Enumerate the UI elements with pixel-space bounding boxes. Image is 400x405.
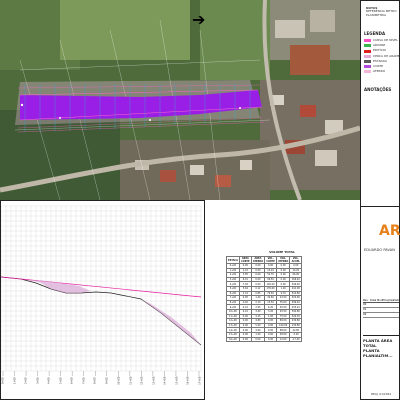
drawing-title-line-1: PLANTA ÁREA TOTAL bbox=[363, 338, 393, 348]
legend-swatch bbox=[364, 54, 371, 58]
north-arrow-icon: ➔ bbox=[192, 10, 206, 29]
station-label: 17+00 bbox=[198, 376, 202, 385]
revision-col-date: Data bbox=[370, 299, 377, 302]
station-label: 13+00 bbox=[152, 376, 156, 385]
aerial-map-image bbox=[0, 0, 360, 200]
volume-table-cell: 0.00 bbox=[238, 336, 252, 343]
station-label: 6+00 bbox=[70, 377, 74, 384]
station-labels: 0+00 1+00 2+00 3+00 4+00 5+00 6+00 7+00 8+00 9+00… bbox=[1, 376, 202, 391]
station-label: 9+00 bbox=[105, 377, 109, 384]
volume-table-cell: 0.00 bbox=[250, 336, 266, 343]
station-label: 8+00 bbox=[93, 377, 97, 384]
volume-table-row: 16+00 0.00 0.00 0.00 12.00 -17.20 bbox=[226, 336, 303, 343]
profile-graph bbox=[0, 205, 202, 376]
station-label: 2+00 bbox=[24, 377, 28, 384]
station-label: 15+00 bbox=[175, 376, 179, 385]
volume-table-header: VOL. ATERRO bbox=[276, 256, 291, 264]
sheet-divider bbox=[361, 206, 400, 207]
notes-block: ANOTAÇÕES bbox=[364, 87, 391, 94]
volume-table-header: ÁREA ATERRO bbox=[250, 256, 266, 264]
note-line: PLANIMETRIA bbox=[366, 12, 387, 17]
header-notes: NOTAS REFERÊNCIA METRO PLANIMETRIA bbox=[366, 6, 397, 17]
legend-item: ATERRO bbox=[364, 69, 400, 74]
aerial-map[interactable]: ➔ bbox=[0, 0, 360, 200]
drawing-title-line-2: PLANTA PLANIALTIM... bbox=[363, 348, 393, 358]
revision-number: 00 bbox=[363, 303, 367, 306]
drawing-title: PLANTA ÁREA TOTAL PLANTA PLANIALTIM... bbox=[363, 335, 399, 358]
station-label: 5+00 bbox=[59, 377, 63, 384]
legend-swatch bbox=[364, 39, 371, 43]
volume-table: ESTACA ÁREA CORTE ÁREA ATERRO VOL. CORTE VOL… bbox=[226, 256, 303, 343]
station-label: 1+00 bbox=[13, 377, 17, 384]
legend-item: CERCA DE ARAME bbox=[364, 53, 400, 58]
station-label: 11+00 bbox=[129, 376, 133, 385]
station-label: 12+00 bbox=[140, 376, 144, 385]
volume-table-header: VOL. ACUM. bbox=[289, 256, 303, 264]
legend-item: CURVA DE NÍVEL bbox=[364, 38, 400, 43]
legend-label: ESTRADA bbox=[373, 58, 387, 63]
revision-row: 02 bbox=[363, 313, 399, 318]
drawing-number: PROJ. 01/2024 bbox=[371, 392, 392, 396]
company-logo: AR bbox=[379, 223, 400, 239]
revision-number: 01 bbox=[363, 308, 367, 311]
legend-swatch bbox=[364, 49, 371, 53]
title-block: NOTAS REFERÊNCIA METRO PLANIMETRIA LEGEN… bbox=[360, 0, 400, 400]
legend-item: CORTE bbox=[364, 64, 400, 69]
volume-table-header: VOL. CORTE bbox=[264, 256, 278, 264]
longitudinal-profile: 0+00 1+00 2+00 3+00 4+00 5+00 6+00 7+00 8+00 9+00… bbox=[0, 200, 205, 400]
legend-label: CURVA DE NÍVEL bbox=[373, 38, 398, 42]
legend-label: CERCA DE ARAME bbox=[373, 53, 400, 58]
legend-swatch bbox=[364, 70, 371, 74]
client-name: EDUARDO PAVAN bbox=[364, 248, 395, 252]
station-label: 4+00 bbox=[47, 377, 51, 384]
station-label: 0+00 bbox=[1, 377, 5, 384]
legend-swatch bbox=[364, 44, 371, 48]
legend-title: LEGENDA bbox=[364, 31, 386, 36]
station-label: 7+00 bbox=[82, 377, 86, 384]
legend: LEGENDA CURVA DE NÍVEL ARVORE EDIFÍCIO CERC… bbox=[364, 31, 400, 75]
legend-swatch bbox=[364, 60, 371, 64]
legend-swatch bbox=[364, 65, 371, 69]
volume-table-title: VOLUME TOTAL bbox=[269, 250, 295, 254]
legend-label: ATERRO bbox=[373, 69, 386, 74]
volume-table-header: ESTACA bbox=[226, 256, 240, 264]
notes-title: ANOTAÇÕES bbox=[364, 87, 392, 92]
legend-item: ESTRADA bbox=[364, 58, 400, 64]
legend-label: CORTE bbox=[373, 64, 384, 69]
revision-col-rev: Rev. bbox=[363, 299, 369, 302]
revision-number: 02 bbox=[363, 313, 367, 316]
volume-table-cell: -17.20 bbox=[289, 336, 303, 343]
revision-col-mod: Modificações bbox=[377, 299, 394, 302]
revision-table: Rev. Data Modificações Visto 00 01 02 bbox=[363, 299, 399, 318]
volume-table-cell: 0.00 bbox=[264, 336, 278, 343]
station-label: 3+00 bbox=[36, 377, 40, 384]
volume-table-header: ÁREA CORTE bbox=[238, 256, 252, 264]
station-label: 10+00 bbox=[117, 376, 121, 385]
station-label: 16+00 bbox=[186, 376, 190, 385]
station-label: 14+00 bbox=[163, 376, 167, 385]
volume-table-panel: VOLUME TOTAL ESTACA ÁREA CORTE ÁREA ATERRO… bbox=[226, 250, 338, 360]
revision-col-visto: Visto bbox=[393, 299, 400, 302]
legend-label: EDIFÍCIO bbox=[373, 48, 387, 53]
volume-table-cell: 16+00 bbox=[226, 336, 240, 343]
legend-item: EDIFÍCIO bbox=[364, 48, 400, 53]
volume-table-cell: 12.00 bbox=[276, 336, 291, 343]
